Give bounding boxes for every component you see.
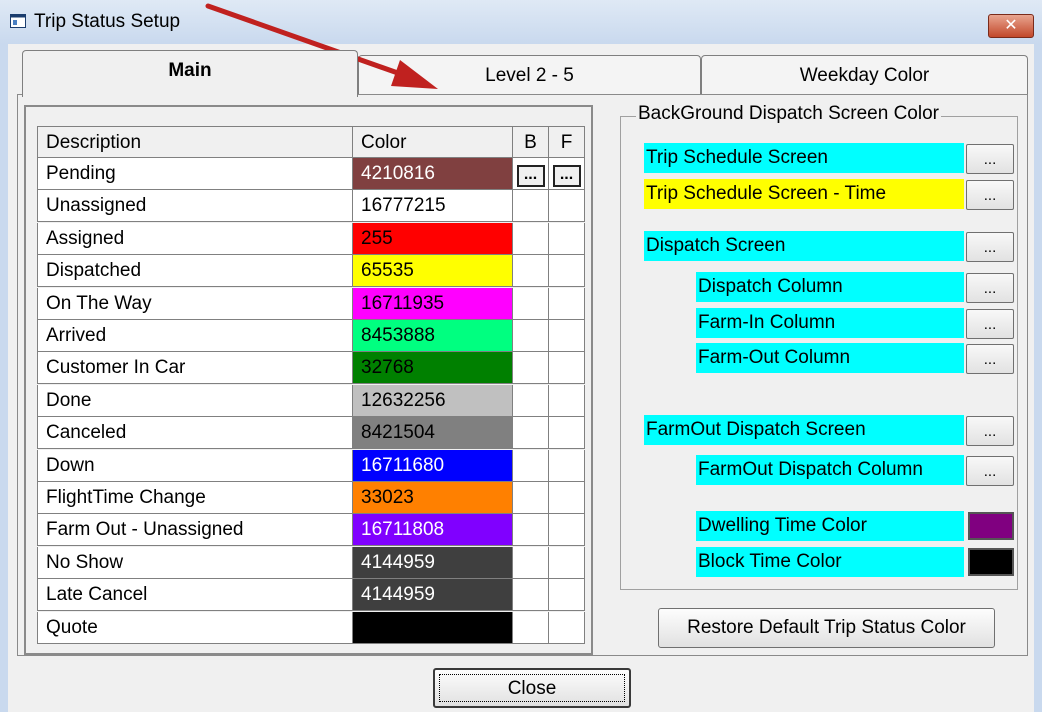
dwelling-time-color-label: Dwelling Time Color <box>696 511 964 541</box>
farmout-dispatch-column-label: FarmOut Dispatch Column <box>696 455 964 485</box>
window-frame-right <box>1034 44 1042 712</box>
block-time-color-swatch[interactable] <box>968 548 1014 576</box>
trip-schedule-screen-time-button[interactable]: ... <box>966 180 1014 210</box>
row-f-cell[interactable] <box>549 287 585 320</box>
row-f-cell[interactable] <box>549 482 585 514</box>
row-description: No Show <box>37 546 353 579</box>
row-color-value[interactable]: 4144959 <box>353 546 513 579</box>
row-description: Done <box>37 384 353 417</box>
window-title: Trip Status Setup <box>34 11 181 32</box>
tab-main[interactable]: Main <box>22 50 358 97</box>
row-b-cell[interactable]: ... <box>513 158 549 190</box>
row-color-value[interactable]: 8453888 <box>353 320 513 352</box>
row-color-value[interactable]: 16777215 <box>353 190 513 223</box>
farm-out-column-label: Farm-Out Column <box>696 343 964 373</box>
block-time-color-label: Block Time Color <box>696 547 964 577</box>
farm-in-column-button[interactable]: ... <box>966 309 1014 339</box>
row-color-value[interactable] <box>353 611 513 644</box>
trip-schedule-screen-time-label: Trip Schedule Screen - Time <box>644 179 964 209</box>
row-description: Dispatched <box>37 255 353 288</box>
farm-out-column-button[interactable]: ... <box>966 344 1014 374</box>
row-b-cell[interactable] <box>513 449 549 482</box>
column-header-color[interactable]: Color <box>353 126 513 158</box>
row-description: Farm Out - Unassigned <box>37 514 353 547</box>
close-button-label: Close <box>439 674 625 702</box>
row-b-cell[interactable] <box>513 384 549 417</box>
row-color-value[interactable]: 4144959 <box>353 579 513 612</box>
row-color-value[interactable]: 65535 <box>353 255 513 288</box>
row-b-cell[interactable] <box>513 579 549 612</box>
row-b-cell[interactable] <box>513 417 549 450</box>
row-description: Unassigned <box>37 190 353 223</box>
row-b-cell[interactable] <box>513 546 549 579</box>
row-b-cell[interactable] <box>513 514 549 547</box>
row-color-value[interactable]: 16711680 <box>353 449 513 482</box>
restore-default-button[interactable]: Restore Default Trip Status Color <box>658 608 995 648</box>
group-title: BackGround Dispatch Screen Color <box>636 103 941 125</box>
farmout-dispatch-screen-label: FarmOut Dispatch Screen <box>644 415 964 445</box>
row-description: Quote <box>37 611 353 644</box>
tab-level-2-5[interactable]: Level 2 - 5 <box>358 55 701 95</box>
row-f-cell[interactable] <box>549 384 585 417</box>
row-color-value[interactable]: 33023 <box>353 482 513 514</box>
dispatch-screen-label: Dispatch Screen <box>644 231 964 261</box>
farmout-dispatch-screen-button[interactable]: ... <box>966 416 1014 446</box>
row-b-cell[interactable] <box>513 482 549 514</box>
row-description: Assigned <box>37 222 353 255</box>
row-f-cell[interactable]: ... <box>549 158 585 190</box>
row-color-value[interactable]: 255 <box>353 222 513 255</box>
row-color-value[interactable]: 16711935 <box>353 287 513 320</box>
column-header-b[interactable]: B <box>513 126 549 158</box>
row-b-cell[interactable] <box>513 222 549 255</box>
row-color-value[interactable]: 12632256 <box>353 384 513 417</box>
background-picker-button[interactable]: ... <box>516 165 545 187</box>
foreground-picker-button[interactable]: ... <box>552 165 581 187</box>
dispatch-screen-button[interactable]: ... <box>966 232 1014 262</box>
farm-in-column-label: Farm-In Column <box>696 308 964 338</box>
row-f-cell[interactable] <box>549 222 585 255</box>
row-f-cell[interactable] <box>549 255 585 288</box>
window-close-button[interactable]: ✕ <box>988 14 1034 38</box>
row-f-cell[interactable] <box>549 449 585 482</box>
row-f-cell[interactable] <box>549 514 585 547</box>
row-b-cell[interactable] <box>513 287 549 320</box>
app-icon <box>10 14 26 28</box>
row-f-cell[interactable] <box>549 546 585 579</box>
row-description: Canceled <box>37 417 353 450</box>
row-description: On The Way <box>37 287 353 320</box>
row-b-cell[interactable] <box>513 352 549 385</box>
row-description: Customer In Car <box>37 352 353 385</box>
row-description: FlightTime Change <box>37 482 353 514</box>
row-color-value[interactable]: 8421504 <box>353 417 513 450</box>
row-f-cell[interactable] <box>549 611 585 644</box>
row-color-value[interactable]: 32768 <box>353 352 513 385</box>
column-header-description[interactable]: Description <box>37 126 353 158</box>
close-button[interactable]: Close <box>433 668 631 708</box>
trip-schedule-screen-label: Trip Schedule Screen <box>644 143 964 173</box>
row-b-cell[interactable] <box>513 255 549 288</box>
dwelling-time-color-swatch[interactable] <box>968 512 1014 540</box>
dispatch-column-button[interactable]: ... <box>966 273 1014 303</box>
row-f-cell[interactable] <box>549 190 585 223</box>
row-f-cell[interactable] <box>549 352 585 385</box>
farmout-dispatch-column-button[interactable]: ... <box>966 456 1014 486</box>
row-description: Pending <box>37 158 353 190</box>
row-color-value[interactable]: 4210816 <box>353 158 513 190</box>
row-description: Down <box>37 449 353 482</box>
row-f-cell[interactable] <box>549 417 585 450</box>
row-description: Arrived <box>37 320 353 352</box>
row-description: Late Cancel <box>37 579 353 612</box>
trip-schedule-screen-button[interactable]: ... <box>966 144 1014 174</box>
row-b-cell[interactable] <box>513 320 549 352</box>
row-b-cell[interactable] <box>513 611 549 644</box>
column-header-f[interactable]: F <box>549 126 585 158</box>
window-frame-left <box>0 44 8 712</box>
row-f-cell[interactable] <box>549 320 585 352</box>
row-f-cell[interactable] <box>549 579 585 612</box>
dispatch-column-label: Dispatch Column <box>696 272 964 302</box>
row-b-cell[interactable] <box>513 190 549 223</box>
tab-weekday-color[interactable]: Weekday Color <box>701 55 1028 95</box>
row-color-value[interactable]: 16711808 <box>353 514 513 547</box>
